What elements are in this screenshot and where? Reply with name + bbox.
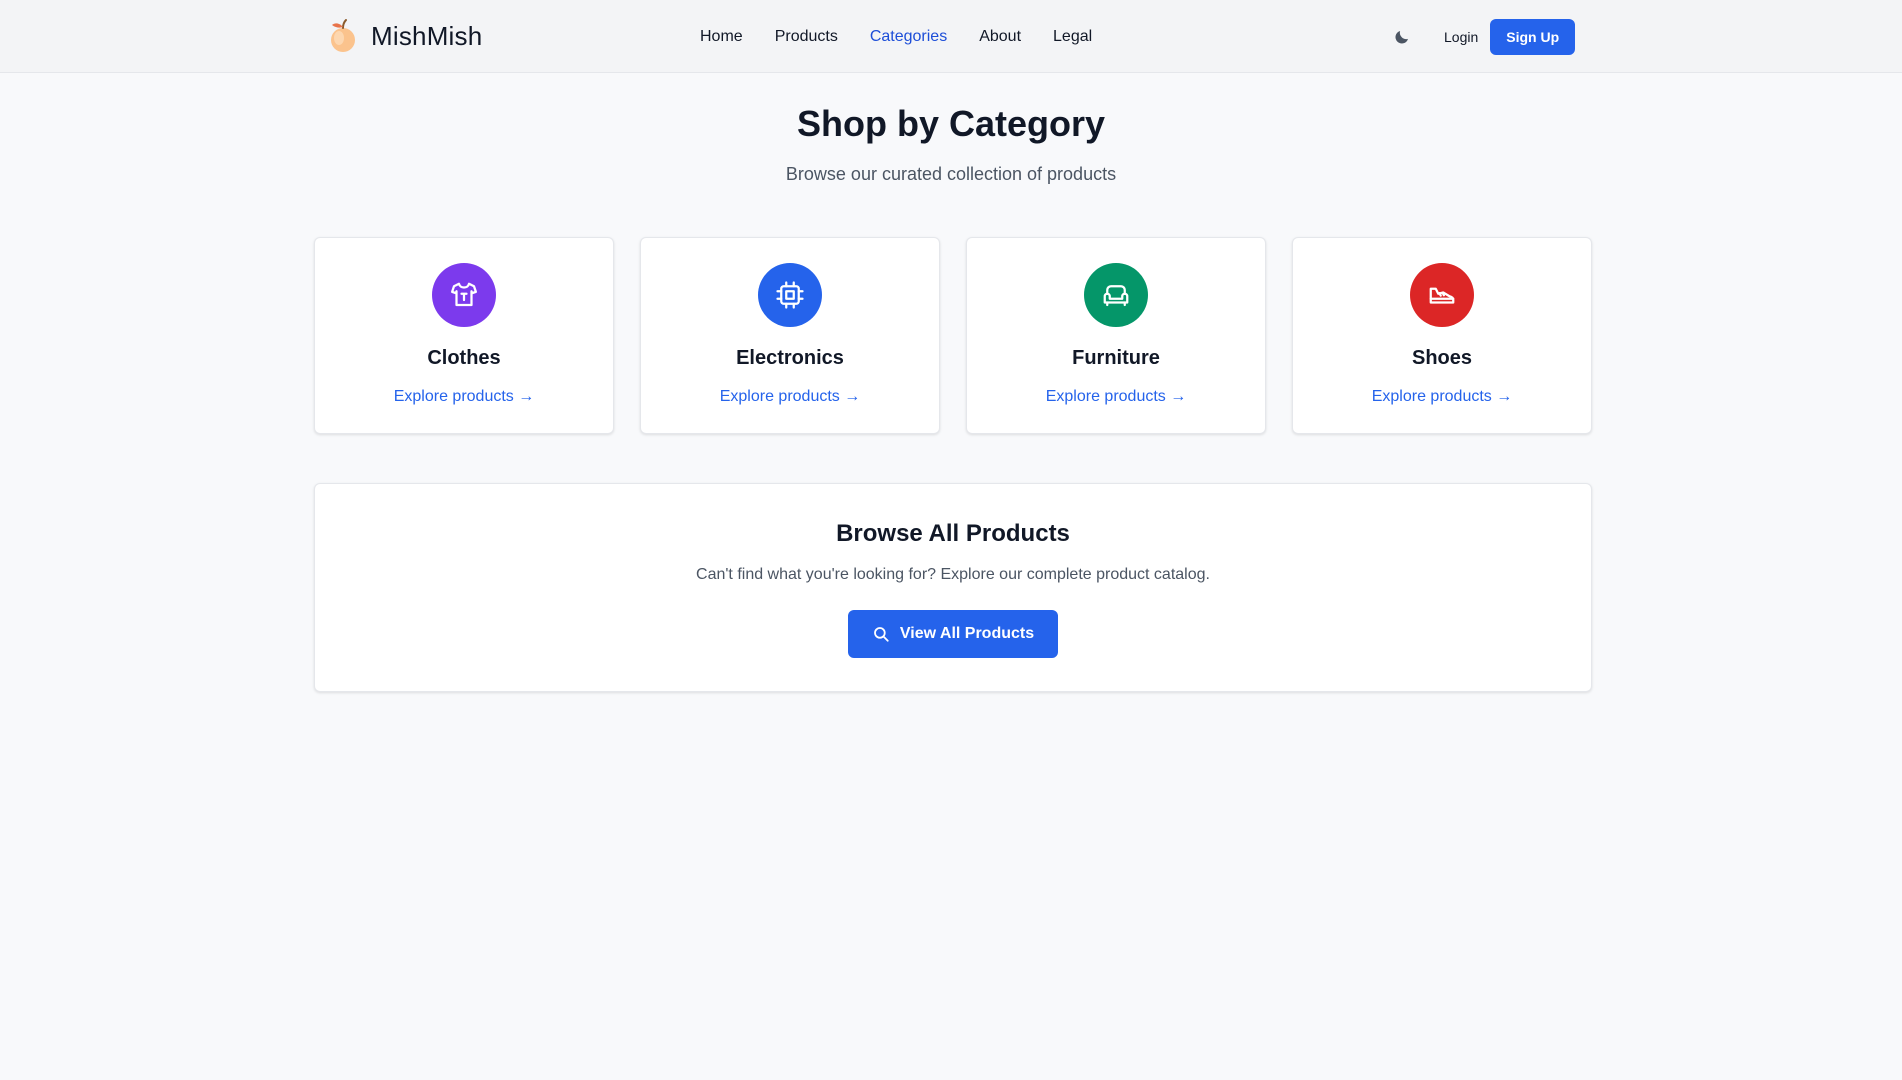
nav-link-home[interactable]: Home — [700, 28, 743, 46]
browse-all-panel: Browse All Products Can't find what you'… — [314, 483, 1592, 692]
category-icon-circle — [758, 263, 822, 327]
search-icon — [873, 627, 889, 642]
category-icon-circle — [432, 263, 496, 327]
category-grid: Clothes Explore products → Electronics E… — [314, 237, 1592, 434]
category-card-furniture[interactable]: Furniture Explore products → — [966, 237, 1266, 434]
page-subtitle: Browse our curated collection of product… — [785, 164, 1117, 184]
category-card-shoes[interactable]: Shoes Explore products → — [1292, 237, 1592, 434]
explore-products-link[interactable]: Explore products → — [720, 388, 861, 406]
brand-link[interactable]: MishMish — [327, 16, 482, 56]
explore-products-link[interactable]: Explore products → — [1046, 388, 1187, 406]
category-title: Furniture — [1072, 347, 1160, 369]
apricot-logo-icon — [331, 19, 355, 52]
nav-link-products[interactable]: Products — [775, 28, 838, 46]
category-icon-circle — [1084, 263, 1148, 327]
theme-toggle-button[interactable] — [1388, 23, 1416, 51]
top-navbar: MishMish Home Products Categories About … — [0, 0, 1902, 73]
shoe-icon — [1429, 287, 1455, 304]
explore-products-link[interactable]: Explore products → — [1372, 388, 1513, 406]
browse-description: Can't find what you're looking for? Expl… — [696, 566, 1210, 583]
sofa-icon — [1103, 285, 1129, 307]
page-title: Shop by Category — [796, 103, 1106, 144]
nav-actions: Login Sign Up — [1388, 0, 1576, 73]
view-all-products-label: View All Products — [899, 625, 1035, 642]
category-title: Shoes — [1411, 347, 1473, 369]
shirt-icon — [451, 282, 477, 307]
category-card-clothes[interactable]: Clothes Explore products → — [314, 237, 614, 434]
nav-link-about[interactable]: About — [979, 28, 1021, 46]
login-button[interactable]: Login — [1444, 29, 1478, 45]
explore-products-link[interactable]: Explore products → — [394, 388, 535, 406]
moon-icon — [1395, 30, 1408, 44]
nav-link-categories[interactable]: Categories — [870, 28, 947, 46]
browse-title: Browse All Products — [836, 520, 1070, 547]
main-nav: Home Products Categories About Legal — [700, 0, 1092, 73]
category-card-electronics[interactable]: Electronics Explore products → — [640, 237, 940, 434]
category-title: Electronics — [736, 347, 844, 369]
signup-button[interactable]: Sign Up — [1490, 18, 1576, 55]
category-icon-circle — [1410, 263, 1474, 327]
view-all-products-button[interactable]: View All Products — [847, 610, 1059, 658]
brand-name: MishMish — [371, 20, 483, 51]
chip-icon — [776, 281, 804, 309]
nav-link-legal[interactable]: Legal — [1053, 28, 1092, 46]
category-title: Clothes — [427, 347, 501, 369]
